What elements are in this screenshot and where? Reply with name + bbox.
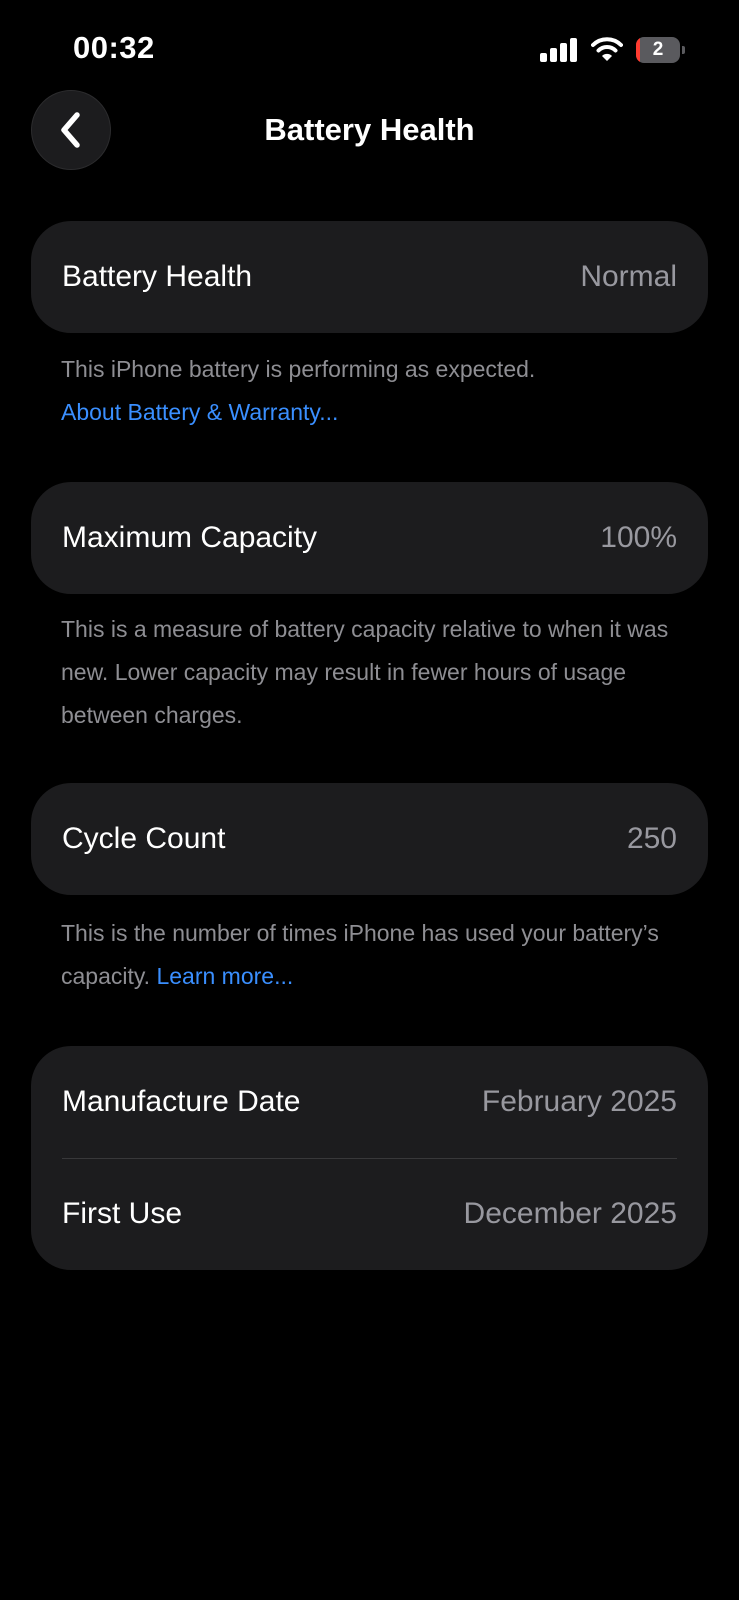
battery-dates-card: Manufacture Date February 2025 First Use…: [31, 1046, 708, 1270]
status-bar: 00:32 2: [0, 0, 739, 100]
battery-health-footnote: This iPhone battery is performing as exp…: [61, 348, 671, 434]
maximum-capacity-description: This is a measure of battery capacity re…: [61, 616, 669, 728]
cycle-count-label: Cycle Count: [62, 822, 226, 855]
battery-health-value: Normal: [580, 260, 677, 293]
battery-health-description: This iPhone battery is performing as exp…: [61, 356, 536, 382]
manufacture-date-row: Manufacture Date February 2025: [31, 1046, 708, 1158]
first-use-row: First Use December 2025: [31, 1158, 708, 1270]
battery-level: 2: [652, 39, 664, 60]
cycle-count-card: Cycle Count 250: [31, 783, 708, 895]
maximum-capacity-label: Maximum Capacity: [62, 521, 318, 554]
cycle-count-value: 250: [626, 822, 677, 855]
learn-more-link[interactable]: Learn more...: [156, 963, 293, 989]
battery-body: 2: [636, 37, 680, 63]
status-time: 00:32: [73, 30, 155, 65]
cycle-count-footnote: This is the number of times iPhone has u…: [61, 912, 671, 998]
maximum-capacity-value: 100%: [600, 521, 677, 554]
about-battery-warranty-link[interactable]: About Battery & Warranty...: [61, 391, 671, 434]
first-use-value: December 2025: [463, 1197, 677, 1230]
first-use-label: First Use: [62, 1197, 182, 1230]
maximum-capacity-row: Maximum Capacity 100%: [31, 482, 708, 594]
wifi-icon: [591, 36, 623, 62]
page-title: Battery Health: [264, 112, 475, 147]
battery-icon: 2: [636, 37, 686, 63]
battery-health-row: Battery Health Normal: [31, 221, 708, 333]
battery-cap: [682, 46, 685, 54]
manufacture-date-value: February 2025: [481, 1085, 677, 1118]
cycle-count-description: This is the number of times iPhone has u…: [61, 920, 659, 989]
battery-health-card: Battery Health Normal: [31, 221, 708, 333]
cellular-signal-icon: [540, 38, 578, 62]
battery-health-label: Battery Health: [62, 260, 253, 293]
cycle-count-row: Cycle Count 250: [31, 783, 708, 895]
maximum-capacity-card: Maximum Capacity 100%: [31, 482, 708, 594]
manufacture-date-label: Manufacture Date: [62, 1085, 301, 1118]
